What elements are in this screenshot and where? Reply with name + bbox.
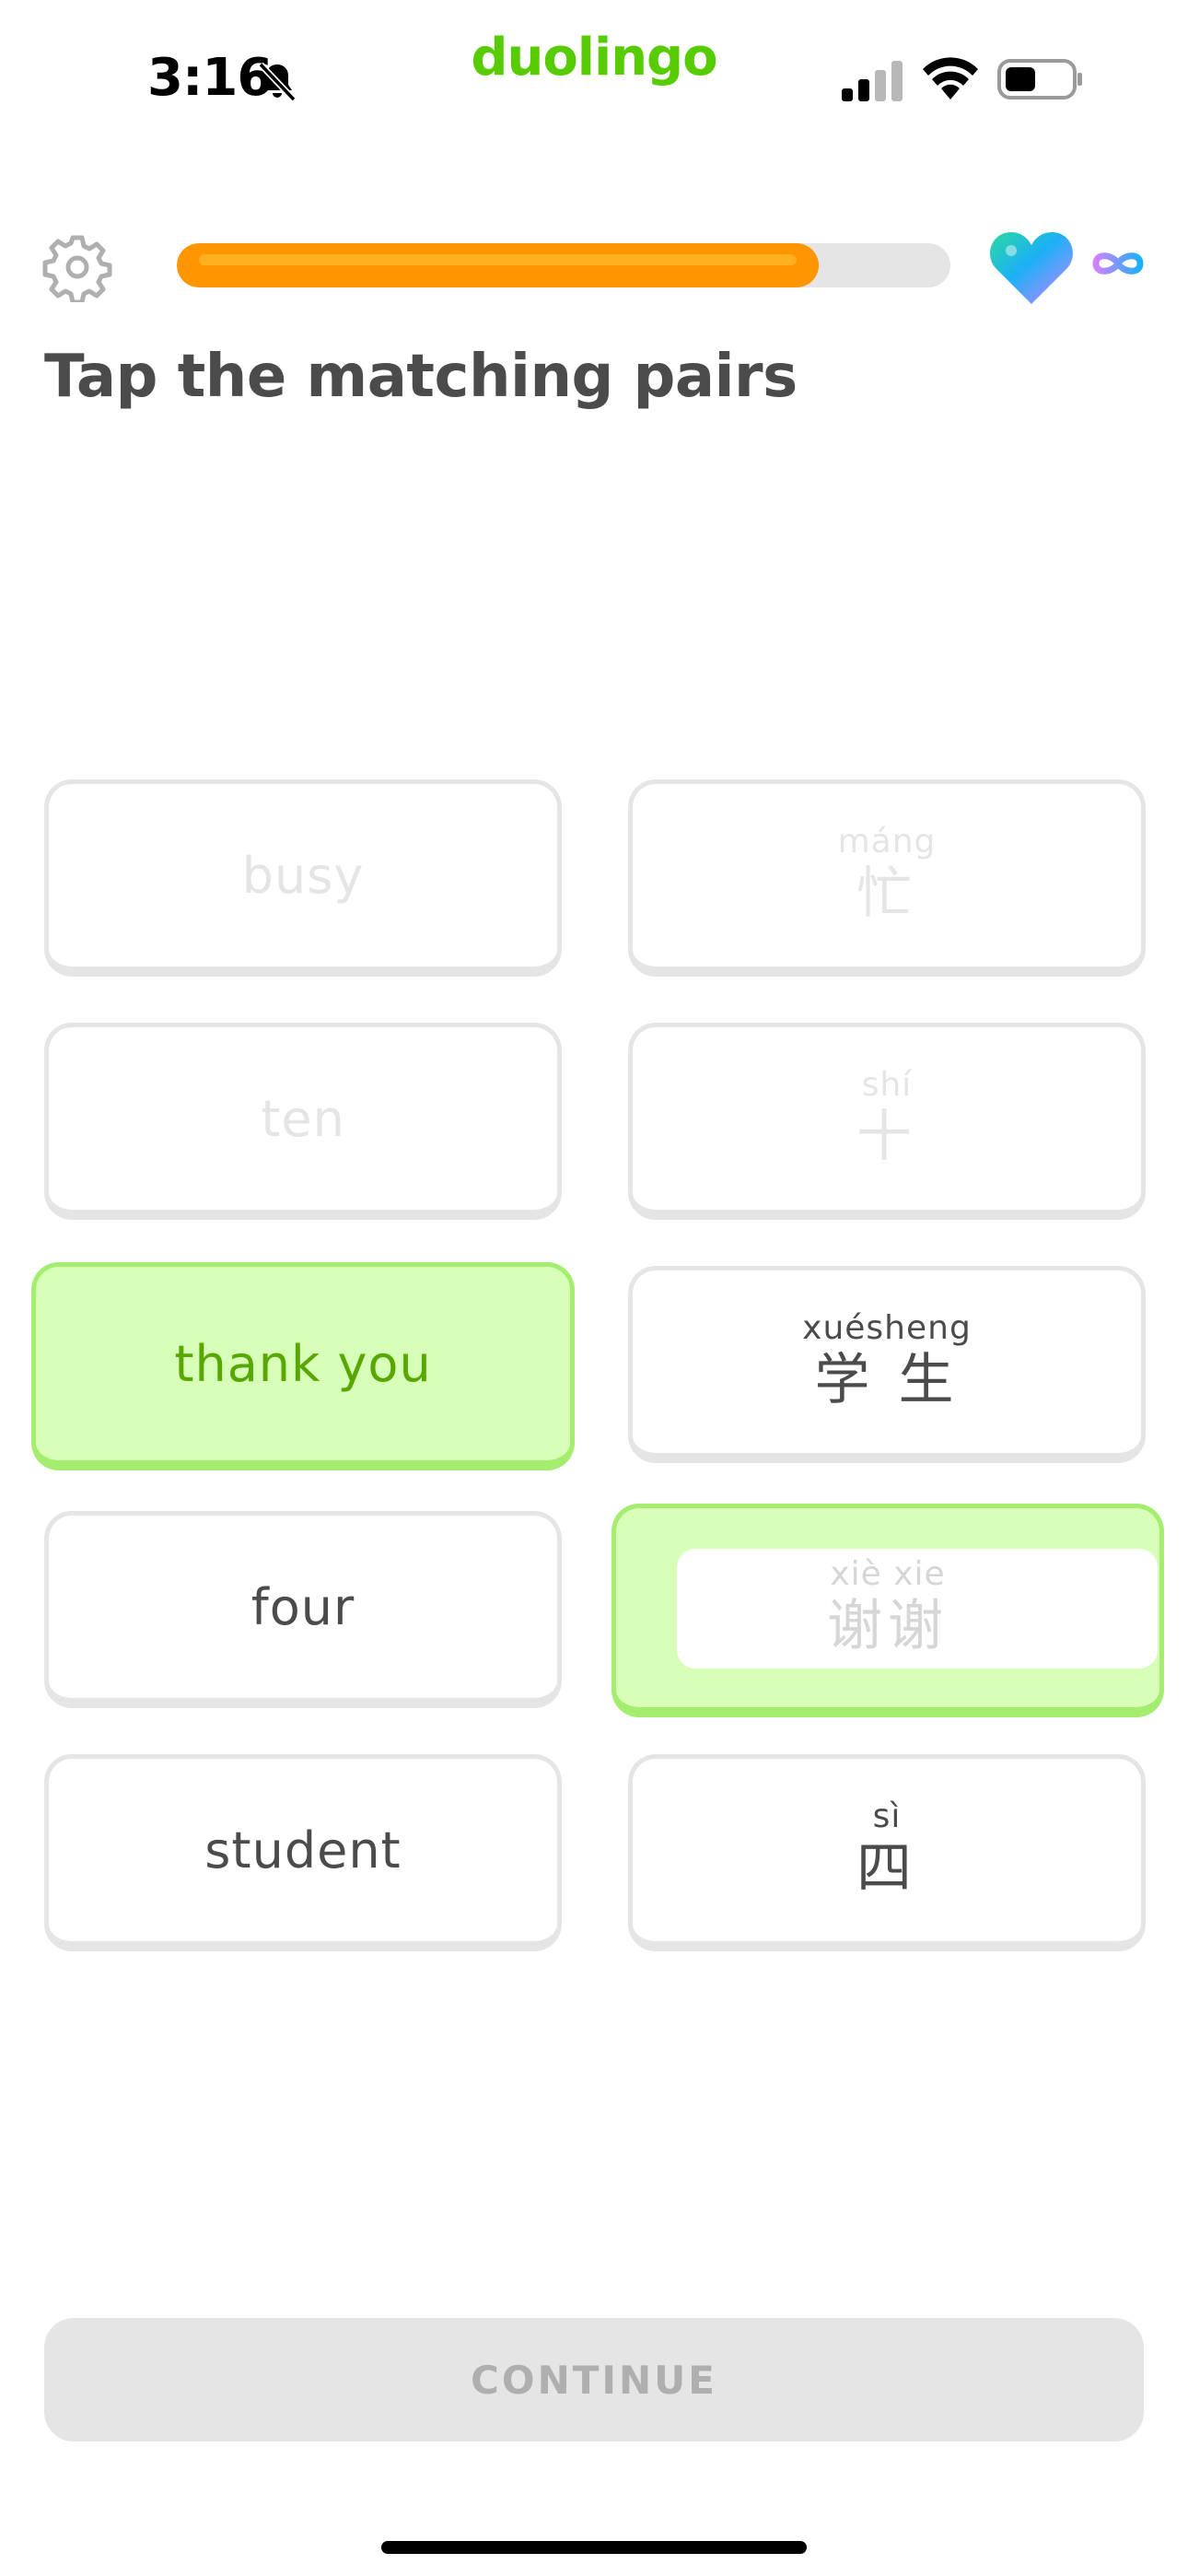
lesson-screen: 3:16 duolingo Tap the matching pairs bus… <box>0 0 1188 2576</box>
heart-icon[interactable] <box>989 228 1074 306</box>
tile-pinyin: sì <box>872 1797 902 1835</box>
infinity-icon <box>1092 252 1144 275</box>
tile-pinyin: shí <box>861 1066 913 1104</box>
battery-icon <box>997 59 1082 100</box>
tile-pinyin: xiè xie <box>830 1555 946 1593</box>
cellular-signal-icon <box>842 61 903 101</box>
tile-label: student <box>204 1821 402 1879</box>
tile-hanzi: 忙 <box>856 861 917 926</box>
match-tile-busy[interactable]: busy <box>44 779 562 977</box>
progress-fill <box>177 243 820 287</box>
match-tile-shi[interactable]: shí 十 <box>628 1023 1146 1220</box>
progress-shine <box>199 254 798 265</box>
tile-hanzi: 谢谢 <box>827 1594 949 1658</box>
tile-pinyin: xuésheng <box>802 1309 972 1347</box>
instruction-title: Tap the matching pairs <box>44 343 798 411</box>
tile-label: ten <box>261 1089 345 1148</box>
tile-pinyin: máng <box>837 823 937 861</box>
match-tile-four[interactable]: four <box>44 1511 562 1708</box>
tile-hanzi: 十 <box>856 1105 917 1169</box>
wifi-icon <box>923 57 978 100</box>
match-tile-ten[interactable]: ten <box>44 1023 562 1220</box>
tile-label: four <box>250 1577 355 1636</box>
match-tile-xiexie[interactable]: xiè xie 谢谢 <box>611 1504 1164 1717</box>
match-tile-si[interactable]: sì 四 <box>628 1754 1146 1951</box>
tile-hanzi: 四 <box>856 1836 917 1901</box>
gear-icon[interactable] <box>42 232 112 302</box>
match-tile-student[interactable]: student <box>44 1754 562 1951</box>
home-indicator[interactable] <box>381 2541 807 2554</box>
tile-label: thank you <box>174 1334 432 1393</box>
tile-content: xiè xie 谢谢 <box>827 1556 949 1659</box>
continue-button[interactable]: CONTINUE <box>44 2318 1144 2441</box>
match-tile-thank-you[interactable]: thank you <box>31 1262 575 1470</box>
lesson-progress-bar <box>177 243 950 287</box>
tile-hanzi: 学 生 <box>814 1348 960 1412</box>
tile-label: busy <box>241 846 365 905</box>
match-tile-xuesheng[interactable]: xuésheng 学 生 <box>628 1266 1146 1463</box>
match-tile-mang[interactable]: máng 忙 <box>628 779 1146 977</box>
